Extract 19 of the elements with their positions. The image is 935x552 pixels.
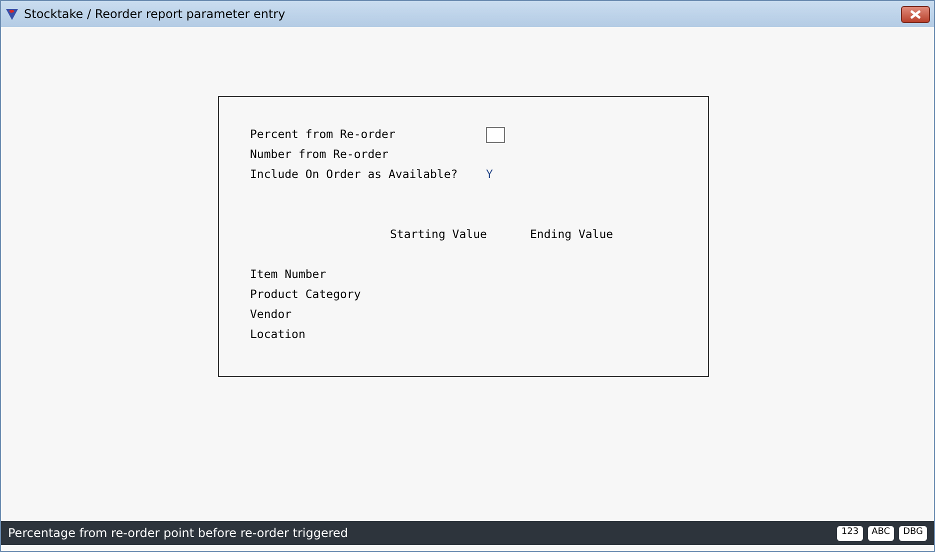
mode-indicator: DBG <box>899 526 927 540</box>
mode-indicator: 123 <box>837 526 863 540</box>
range-label: Item Number <box>250 266 326 284</box>
percent-field[interactable] <box>486 127 505 143</box>
range-label: Vendor <box>250 306 292 324</box>
range-label: Location <box>250 326 306 344</box>
value-text: Y <box>486 166 493 184</box>
column-header: Ending Value <box>530 226 614 244</box>
field-label: Number from Re-order <box>250 146 390 164</box>
window-title: Stocktake / Reorder report parameter entry <box>24 6 286 23</box>
range-label: Product Category <box>250 286 361 304</box>
field-label: Percent from Re-order <box>250 126 396 144</box>
close-button[interactable] <box>901 6 930 22</box>
field-label: Include On Order as Available? <box>250 166 459 184</box>
close-icon <box>910 10 921 18</box>
app-logo-icon <box>5 7 19 21</box>
column-header: Starting Value <box>390 226 488 244</box>
status-message: Percentage from re-order point before re-order triggered <box>8 525 348 542</box>
mode-indicator: ABC <box>868 526 894 540</box>
